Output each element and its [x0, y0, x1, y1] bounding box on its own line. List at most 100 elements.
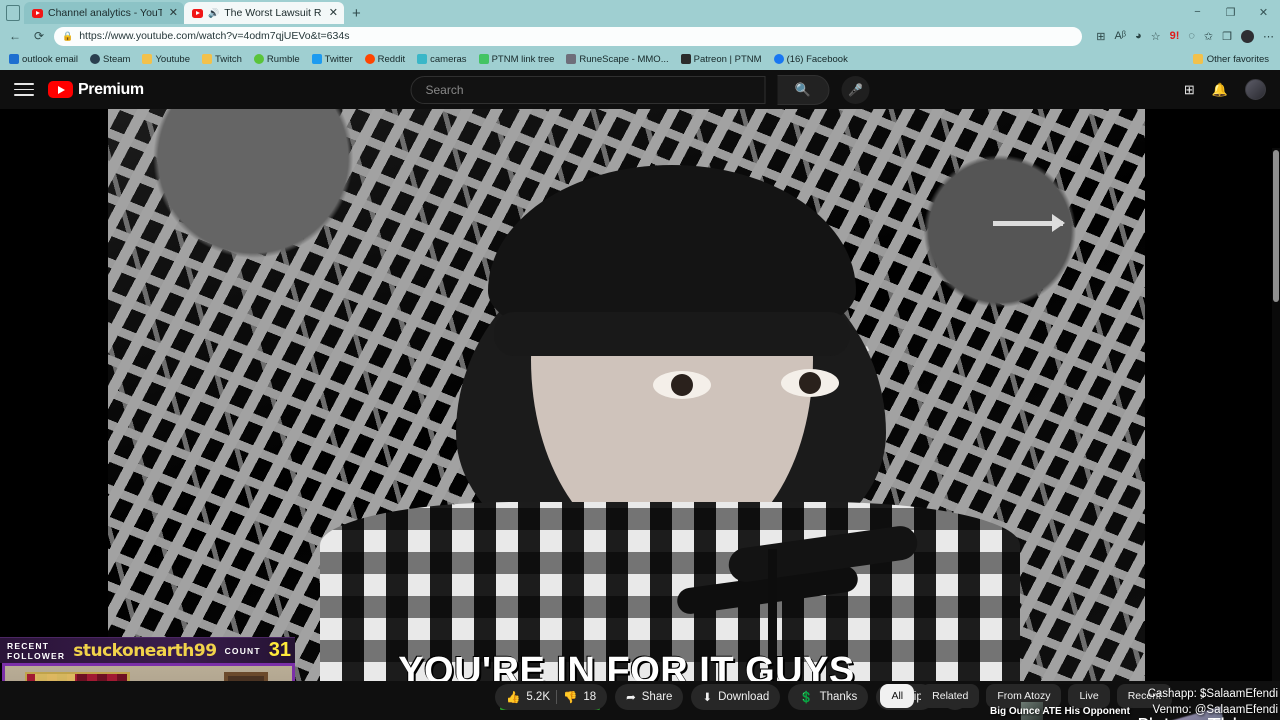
- browser-chrome: Channel analytics - YouTube Stu ✕ 🔊 The …: [0, 0, 1280, 70]
- thanks-button[interactable]: 💲 Thanks: [788, 684, 869, 710]
- bookmark-label: RuneScape - MMO...: [579, 53, 669, 65]
- bookmark-favicon: [89, 54, 100, 64]
- bookmark-folder-icon: [1192, 54, 1203, 64]
- share-button[interactable]: ➦ Share: [615, 684, 684, 710]
- like-count: 5.2K: [526, 691, 550, 703]
- youtube-logo[interactable]: Premium: [48, 81, 144, 99]
- chip-all[interactable]: All: [880, 684, 915, 708]
- bookmark-favicon: [566, 54, 577, 64]
- youtube-icon: [32, 8, 43, 18]
- pupil: [671, 374, 693, 396]
- subject-eye-left: [653, 371, 711, 399]
- minimize-button[interactable]: −: [1181, 0, 1214, 24]
- divider: [556, 690, 557, 704]
- download-icon: ⬇: [702, 692, 713, 704]
- new-tab-button[interactable]: +: [352, 5, 361, 22]
- bookmark-label: Youtube: [155, 53, 190, 65]
- download-button[interactable]: ⬇ Download: [691, 684, 781, 710]
- tab-title: Channel analytics - YouTube Stu: [48, 7, 162, 19]
- download-label: Download: [718, 691, 770, 703]
- youtube-premium-label: Premium: [78, 80, 144, 98]
- extensions-icon[interactable]: ❐: [1222, 30, 1232, 43]
- tab-audio-icon[interactable]: 🔊: [208, 8, 219, 19]
- bookmark-item[interactable]: outlook email: [4, 53, 83, 66]
- add-favorite-icon[interactable]: ☆: [1151, 30, 1161, 43]
- navigation-bar: ← ⟳ 🔒 https://www.youtube.com/watch?v=4o…: [0, 24, 1280, 48]
- tab-close-button[interactable]: ✕: [167, 7, 178, 19]
- bookmark-folder-icon: [201, 54, 212, 64]
- bookmark-item[interactable]: RuneScape - MMO...: [561, 53, 673, 66]
- tab-search-icon[interactable]: [6, 5, 20, 21]
- bookmark-favicon: [773, 54, 784, 64]
- close-window-button[interactable]: ✕: [1247, 0, 1280, 24]
- bookmark-item[interactable]: Twitter: [307, 53, 358, 66]
- pupil: [799, 372, 821, 394]
- bookmark-item[interactable]: Patreon | PTNM: [676, 53, 767, 66]
- bookmark-label: PTNM link tree: [491, 53, 555, 65]
- read-aloud-icon[interactable]: Aᵝ: [1114, 30, 1126, 42]
- microphone-icon: 🎤: [848, 82, 863, 97]
- create-video-icon[interactable]: ⊞: [1184, 82, 1195, 98]
- thumbs-up-icon[interactable]: 👍: [506, 690, 520, 704]
- cashapp-handle: Cashapp: $SalaamEfendi: [1147, 688, 1278, 700]
- bookmark-item[interactable]: Rumble: [249, 53, 305, 66]
- browser-tab-2[interactable]: 🔊 The Worst Lawsuit Respons ✕: [184, 2, 344, 24]
- youtube-play-icon: [48, 81, 73, 98]
- notifications-bell-icon[interactable]: 🔔: [1212, 82, 1228, 98]
- header-right-actions: ⊞ 🔔: [1184, 79, 1266, 100]
- page-scrollbar[interactable]: [1272, 148, 1280, 720]
- bookmark-item[interactable]: PTNM link tree: [474, 53, 560, 66]
- tab-close-button[interactable]: ✕: [327, 7, 338, 19]
- account-avatar[interactable]: [1245, 79, 1266, 100]
- bookmark-label: Twitter: [324, 53, 353, 65]
- thumbs-down-icon[interactable]: 👎: [563, 690, 577, 704]
- bookmark-label: Reddit: [377, 53, 406, 65]
- other-favorites-button[interactable]: Other favorites: [1188, 53, 1274, 66]
- collections-icon[interactable]: ⊞: [1096, 30, 1105, 43]
- settings-more-icon[interactable]: ⋯: [1263, 30, 1274, 43]
- suggested-video-title[interactable]: Big Ounce ATE His Opponent: [990, 706, 1130, 717]
- back-button[interactable]: ←: [6, 27, 24, 45]
- address-bar[interactable]: 🔒 https://www.youtube.com/watch?v=4odm7q…: [54, 26, 1083, 46]
- bookmark-favicon: [478, 54, 489, 64]
- browser-toolbar-icons: ⊞ Aᵝ ◕ ☆ 9! ◌ ✩ ❐ ⋯: [1088, 29, 1274, 43]
- search-box[interactable]: [410, 75, 766, 104]
- bookmark-item[interactable]: cameras: [412, 53, 471, 66]
- scrollbar-thumb[interactable]: [1273, 150, 1279, 302]
- search-area: 🔍 🎤: [410, 74, 870, 105]
- bookmark-item[interactable]: Steam: [85, 53, 135, 66]
- youtube-header: Premium 🔍 🎤 ⊞ 🔔: [0, 70, 1280, 109]
- search-button[interactable]: 🔍: [777, 74, 830, 105]
- profile-avatar[interactable]: [1241, 29, 1254, 43]
- video-player[interactable]: YOU'RE IN FOR IT GUYS: [108, 109, 1145, 720]
- bookmark-item[interactable]: Reddit: [360, 53, 410, 66]
- url-text: https://www.youtube.com/watch?v=4odm7qjU…: [79, 30, 350, 42]
- favorites-icon[interactable]: ✩: [1204, 30, 1213, 43]
- hamburger-menu-icon[interactable]: [14, 83, 34, 96]
- bookmark-item[interactable]: (16) Facebook: [769, 53, 853, 66]
- bookmark-item[interactable]: Youtube: [137, 53, 195, 66]
- tab-strip: Channel analytics - YouTube Stu ✕ 🔊 The …: [0, 0, 1280, 24]
- copilot-icon[interactable]: ◕: [1135, 30, 1142, 42]
- bookmark-favicon: [311, 54, 322, 64]
- youtube-page: Premium 🔍 🎤 ⊞ 🔔: [0, 70, 1280, 720]
- split-screen-icon[interactable]: 9!: [1170, 30, 1180, 42]
- bookmark-item[interactable]: Twitch: [197, 53, 247, 66]
- subject-eye-right: [781, 369, 839, 397]
- maximize-button[interactable]: ❐: [1214, 0, 1247, 24]
- bookmark-favicon: [9, 54, 19, 64]
- share-label: Share: [641, 691, 673, 703]
- youtube-icon: [192, 8, 203, 18]
- chip-related[interactable]: Related: [921, 684, 980, 708]
- chip-live[interactable]: Live: [1068, 684, 1110, 708]
- bookmark-folder-icon: [142, 54, 153, 64]
- browser-tab-1[interactable]: Channel analytics - YouTube Stu ✕: [24, 2, 184, 24]
- browser-essentials-icon[interactable]: ◌: [1188, 30, 1195, 42]
- donation-info-overlay: Cashapp: $SalaamEfendi Venmo: @SalaamEfe…: [1148, 686, 1278, 718]
- bookmark-favicon: [680, 54, 691, 64]
- mural-arrow-right-icon: [993, 214, 1065, 232]
- voice-search-button[interactable]: 🎤: [841, 75, 870, 104]
- search-input[interactable]: [425, 82, 765, 97]
- thanks-icon: 💲: [799, 692, 814, 704]
- reload-button[interactable]: ⟳: [30, 27, 48, 45]
